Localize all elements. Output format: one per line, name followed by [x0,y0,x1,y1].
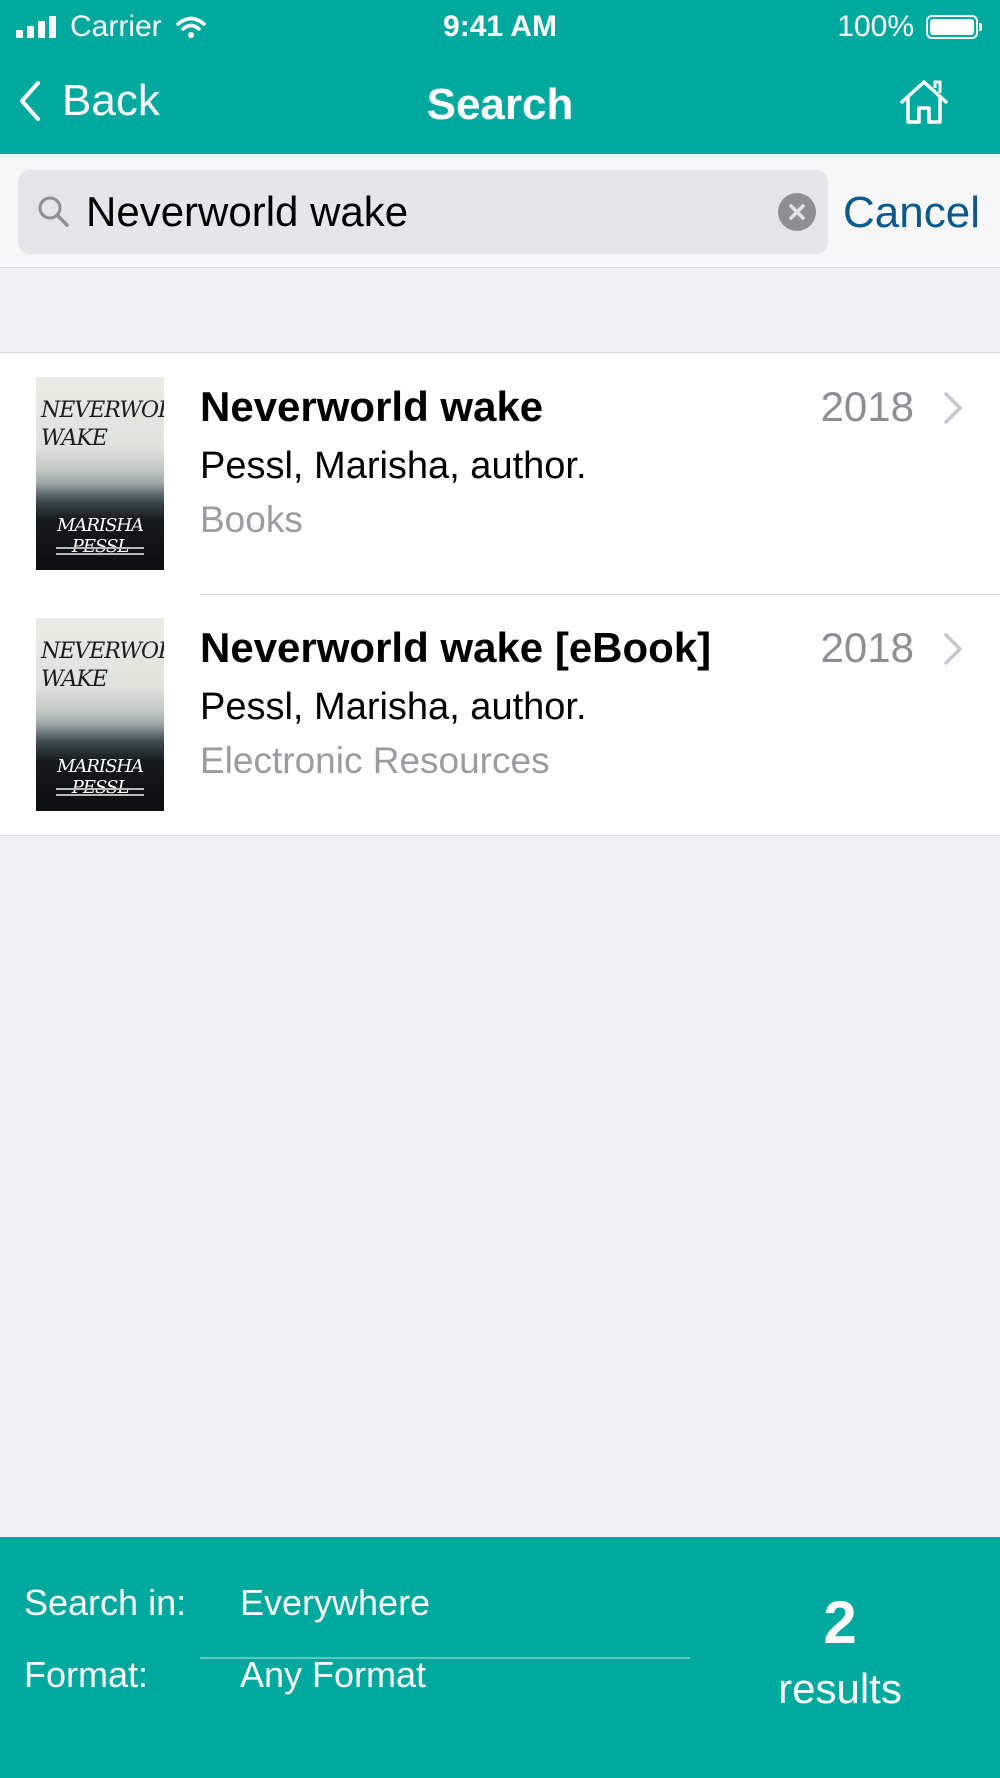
search-input[interactable] [86,170,766,254]
search-icon [38,196,69,227]
result-title: Neverworld wake [eBook] [200,624,712,671]
format-value: Any Format [240,1654,427,1695]
result-year: 2018 [820,383,914,430]
result-author: Pessl, Marisha, author. [200,686,587,728]
navigation-bar: Back Search [0,54,1000,154]
cover-title: NEVERWORLD WAKE [41,639,164,692]
results-count: 2 results [740,1591,940,1713]
format-label: Format: [24,1654,149,1695]
search-field[interactable] [18,170,828,254]
book-cover: NEVERWORLD WAKE MARISHA PESSL [36,377,164,570]
search-in-value: Everywhere [240,1582,431,1623]
result-author: Pessl, Marisha, author. [200,445,587,487]
search-in-label: Search in: [24,1582,187,1623]
list-item[interactable]: NEVERWORLD WAKE MARISHA PESSL Neverworld… [0,353,1000,594]
book-cover: NEVERWORLD WAKE MARISHA PESSL [36,618,164,811]
cover-title: NEVERWORLD WAKE [41,398,164,451]
list-item[interactable]: NEVERWORLD WAKE MARISHA PESSL Neverworld… [0,594,1000,835]
search-in-filter[interactable]: Search in: Everywhere [24,1573,430,1633]
search-footer: Search in: Everywhere Format: Any Format… [0,1537,1000,1778]
results-count-number: 2 [823,1589,857,1656]
results-list: NEVERWORLD WAKE MARISHA PESSL Neverworld… [0,352,1000,836]
battery-icon [926,15,982,39]
chevron-right-icon [944,392,962,424]
results-count-label: results [778,1665,902,1712]
format-filter[interactable]: Format: Any Format [24,1645,426,1705]
status-bar-right: 100% [837,10,982,44]
clear-search-button[interactable] [778,193,816,231]
clear-icon [789,204,805,220]
result-title: Neverworld wake [200,383,544,430]
status-bar: Carrier 9:41 AM 100% [0,0,1000,54]
search-bar: Cancel [0,154,1000,268]
chevron-right-icon [944,633,962,665]
battery-percent: 100% [837,10,914,43]
result-format: Books [200,499,303,540]
result-year: 2018 [820,624,914,671]
page-title: Search [426,80,574,129]
result-format: Electronic Resources [200,740,550,781]
cancel-button[interactable]: Cancel [843,188,980,238]
home-icon[interactable] [898,76,950,128]
